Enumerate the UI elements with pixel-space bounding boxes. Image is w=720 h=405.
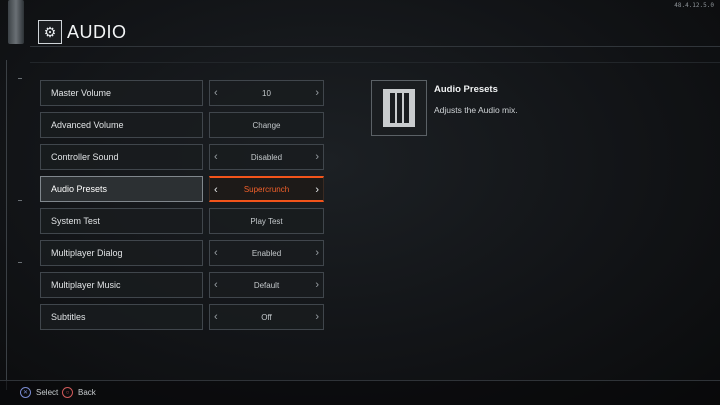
chevron-left-icon[interactable]: ‹ (214, 81, 218, 105)
header-divider-secondary (30, 62, 720, 63)
cross-button-icon: ✕ (20, 387, 31, 398)
setting-value[interactable]: ‹ 10 › (209, 80, 324, 106)
chevron-right-icon[interactable]: › (315, 81, 319, 105)
setting-row-advanced-volume[interactable]: Advanced Volume Change (40, 112, 324, 138)
setting-value-text: Disabled (250, 152, 283, 162)
circle-button-icon: ○ (62, 387, 73, 398)
game-logo-icon (383, 89, 415, 127)
back-prompt[interactable]: ○ Back (62, 387, 96, 398)
setting-label[interactable]: System Test (40, 208, 203, 234)
setting-value[interactable]: Change (209, 112, 324, 138)
setting-label[interactable]: Master Volume (40, 80, 203, 106)
setting-row-multiplayer-music[interactable]: Multiplayer Music ‹ Default › (40, 272, 324, 298)
setting-label[interactable]: Advanced Volume (40, 112, 203, 138)
setting-row-multiplayer-dialog[interactable]: Multiplayer Dialog ‹ Enabled › (40, 240, 324, 266)
info-description: Adjusts the Audio mix. (434, 105, 518, 115)
setting-value-text: Play Test (250, 216, 283, 226)
setting-value[interactable]: ‹ Disabled › (209, 144, 324, 170)
setting-value[interactable]: ‹ Default › (209, 272, 324, 298)
setting-row-audio-presets[interactable]: Audio Presets ‹ Supercrunch › (40, 176, 324, 202)
header-divider (30, 46, 720, 47)
button-prompt-bar: ✕ Select ○ Back (0, 380, 720, 405)
setting-label[interactable]: Multiplayer Music (40, 272, 203, 298)
select-prompt[interactable]: ✕ Select (20, 387, 58, 398)
setting-row-subtitles[interactable]: Subtitles ‹ Off › (40, 304, 324, 330)
select-label: Select (36, 388, 59, 397)
setting-label[interactable]: Multiplayer Dialog (40, 240, 203, 266)
left-decoration (0, 0, 30, 405)
setting-label[interactable]: Subtitles (40, 304, 203, 330)
chevron-left-icon[interactable]: ‹ (214, 145, 218, 169)
page-header: ⚙ AUDIO (38, 18, 127, 46)
chevron-left-icon[interactable]: ‹ (214, 273, 218, 297)
audio-presets-icon (371, 80, 427, 136)
setting-value-text: 10 (262, 88, 271, 98)
gear-icon: ⚙ (38, 20, 62, 44)
version-label: 48.4.12.5.0 (674, 2, 714, 9)
chevron-right-icon[interactable]: › (315, 273, 319, 297)
back-label: Back (78, 388, 96, 397)
info-title: Audio Presets (434, 84, 498, 95)
setting-value[interactable]: Play Test (209, 208, 324, 234)
setting-label[interactable]: Controller Sound (40, 144, 203, 170)
chevron-left-icon[interactable]: ‹ (214, 241, 218, 265)
setting-value[interactable]: ‹ Off › (209, 304, 324, 330)
chevron-right-icon[interactable]: › (315, 178, 319, 202)
chevron-left-icon[interactable]: ‹ (214, 178, 218, 202)
chevron-right-icon[interactable]: › (315, 241, 319, 265)
setting-label[interactable]: Audio Presets (40, 176, 203, 202)
page-title: AUDIO (67, 21, 127, 42)
setting-row-master-volume[interactable]: Master Volume ‹ 10 › (40, 80, 324, 106)
setting-value-text: Default (253, 280, 280, 290)
setting-value-text: Off (261, 312, 272, 322)
setting-value-text: Enabled (251, 248, 282, 258)
setting-row-controller-sound[interactable]: Controller Sound ‹ Disabled › (40, 144, 324, 170)
chevron-right-icon[interactable]: › (315, 145, 319, 169)
setting-value-text: Change (252, 120, 281, 130)
chevron-left-icon[interactable]: ‹ (214, 305, 218, 329)
setting-value[interactable]: ‹ Enabled › (209, 240, 324, 266)
chevron-right-icon[interactable]: › (315, 305, 319, 329)
setting-row-system-test[interactable]: System Test Play Test (40, 208, 324, 234)
setting-value-text: Supercrunch (243, 184, 290, 194)
setting-value[interactable]: ‹ Supercrunch › (209, 176, 324, 202)
